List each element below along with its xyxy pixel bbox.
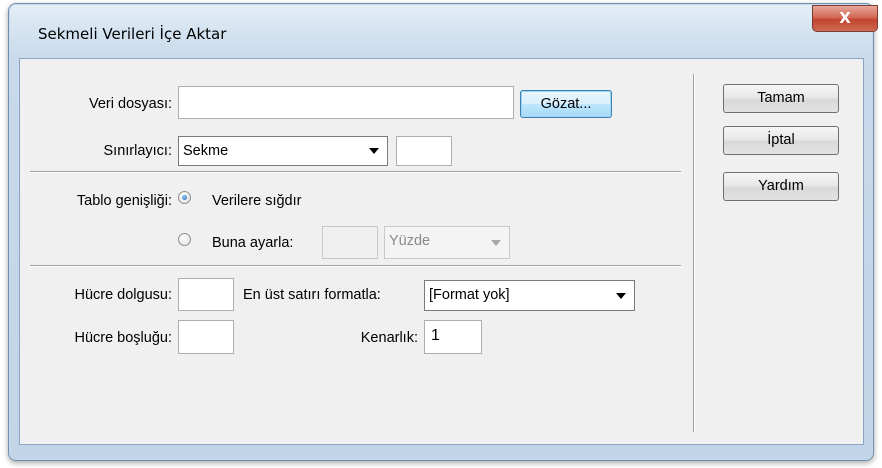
delimiter-selected-value: Sekme bbox=[183, 143, 229, 159]
set-to-value-input[interactable] bbox=[322, 226, 378, 259]
vertical-separator bbox=[693, 74, 695, 432]
format-top-row-label: En üst satırı formatla: bbox=[243, 287, 381, 303]
cell-padding-input[interactable] bbox=[178, 278, 234, 311]
set-to-label[interactable]: Buna ayarla: bbox=[212, 235, 293, 251]
border-label: Kenarlık: bbox=[360, 330, 418, 346]
fit-to-data-radio[interactable] bbox=[178, 191, 191, 204]
table-width-label: Tablo genişliği: bbox=[76, 193, 172, 209]
help-button[interactable]: Yardım bbox=[723, 172, 839, 201]
cell-spacing-input[interactable] bbox=[178, 320, 234, 354]
set-to-unit-value: Yüzde bbox=[389, 233, 431, 249]
chevron-down-icon bbox=[369, 148, 379, 154]
cell-padding-label: Hücre dolgusu: bbox=[74, 287, 172, 303]
delimiter-label: Sınırlayıcı: bbox=[103, 143, 173, 159]
format-top-row-value: [Format yok] bbox=[429, 287, 510, 303]
cancel-button[interactable]: İptal bbox=[723, 126, 839, 155]
delimiter-other-input[interactable] bbox=[396, 136, 452, 166]
ok-button[interactable]: Tamam bbox=[723, 84, 839, 113]
data-file-input[interactable] bbox=[178, 86, 514, 119]
separator bbox=[30, 265, 681, 267]
set-to-radio[interactable] bbox=[178, 233, 191, 246]
border-input[interactable]: 1 bbox=[424, 320, 482, 354]
data-file-label: Veri dosyası: bbox=[88, 96, 172, 112]
browse-button[interactable]: Gözat... bbox=[520, 90, 612, 118]
chevron-down-icon bbox=[616, 292, 626, 299]
close-button[interactable]: X bbox=[812, 5, 878, 32]
window-title: Sekmeli Verileri İçe Aktar bbox=[38, 25, 227, 43]
delimiter-select[interactable]: Sekme bbox=[178, 136, 388, 166]
fit-to-data-label[interactable]: Verilere sığdır bbox=[212, 193, 301, 209]
close-icon: X bbox=[839, 9, 851, 27]
separator bbox=[30, 171, 681, 173]
cell-spacing-label: Hücre boşluğu: bbox=[74, 330, 172, 346]
chevron-down-icon bbox=[491, 239, 501, 246]
set-to-unit-select[interactable]: Yüzde bbox=[384, 226, 510, 259]
format-top-row-select[interactable]: [Format yok] bbox=[424, 280, 635, 311]
